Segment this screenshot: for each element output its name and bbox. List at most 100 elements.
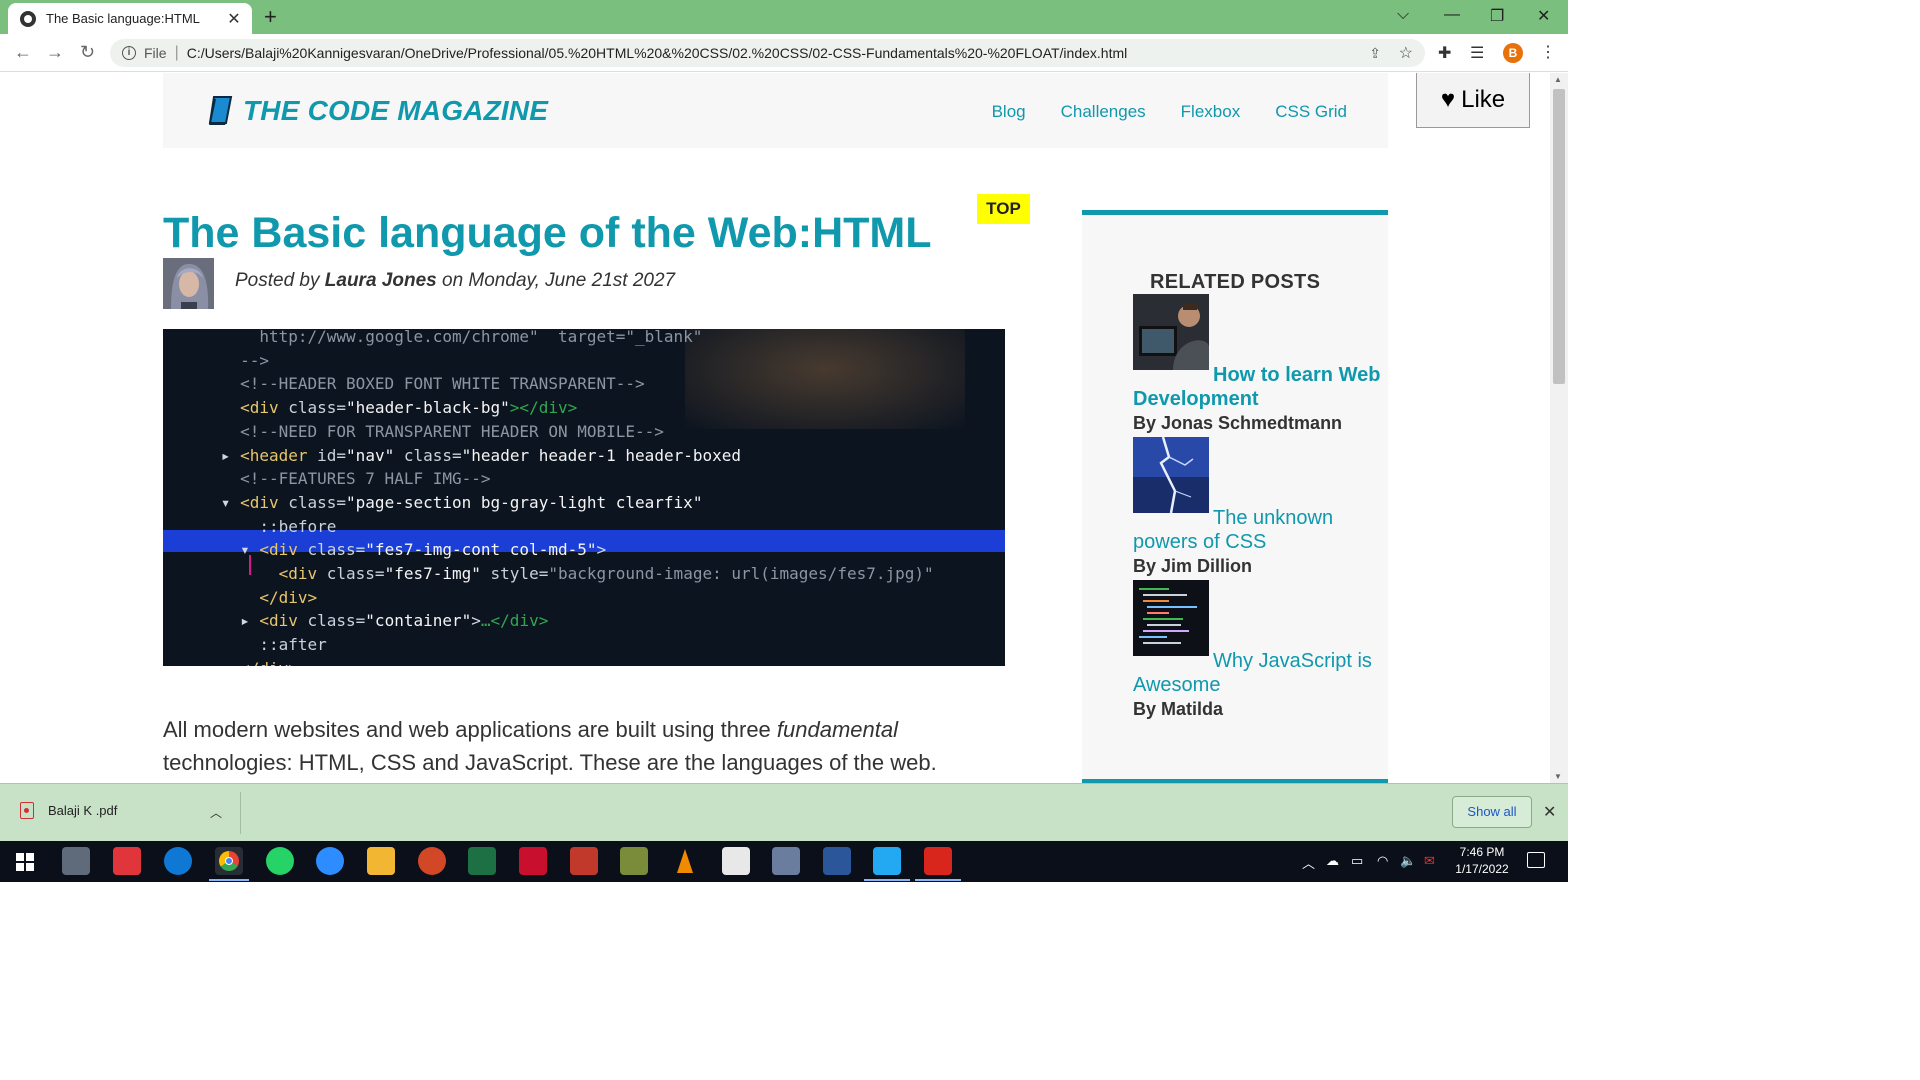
address-bar[interactable]: i File | C:/Users/Balaji%20Kannigesvaran… (110, 39, 1425, 67)
shelf-close-icon[interactable]: ✕ (1543, 802, 1556, 822)
related-post-thumbnail (1133, 294, 1209, 370)
share-icon[interactable]: ⇪ (1369, 45, 1381, 62)
tab-search-chevron-icon[interactable]: ⌵ (1397, 6, 1409, 24)
site-name: THE CODE MAGAZINE (243, 95, 549, 126)
post-date: on Monday, June 21st 2027 (442, 270, 676, 291)
related-post-item[interactable]: The unknown powers of CSS By Jim Dillion (1133, 437, 1388, 577)
pdf-file-icon (20, 802, 34, 819)
reading-list-icon[interactable]: ☰ (1470, 43, 1484, 63)
scrollbar-thumb[interactable] (1553, 89, 1565, 384)
acrobat-icon[interactable] (924, 847, 952, 875)
show-all-button[interactable]: Show all (1452, 796, 1532, 828)
extensions-puzzle-icon[interactable]: ✚ (1438, 43, 1451, 63)
tray-overflow-icon[interactable]: ︿ (1302, 853, 1315, 872)
byline-prefix: Posted by (235, 270, 320, 291)
related-post-author: By Jim Dillion (1133, 556, 1253, 576)
running-app-indicator (915, 879, 961, 881)
site-logo[interactable]: THE CODE MAGAZINE (207, 95, 548, 127)
running-app-indicator (864, 879, 910, 881)
new-tab-icon[interactable]: + (264, 6, 277, 28)
author-name: Laura Jones (324, 270, 437, 291)
app-icon-chart[interactable] (620, 847, 648, 875)
tab-strip: The Basic language:HTML ✕ + ⌵ — ❐ ✕ (0, 0, 1568, 34)
clock-time: 7:46 PM (1459, 845, 1505, 859)
page-scrollbar[interactable]: ▲ ▼ (1550, 73, 1568, 783)
hero-image: http://www.google.com/chrome" target="_b… (163, 329, 1005, 666)
back-icon[interactable]: ← (14, 42, 32, 63)
download-options-chevron-icon[interactable]: ︿ (210, 804, 222, 821)
restore-icon[interactable]: ❐ (1490, 6, 1504, 26)
tab-title: The Basic language:HTML (46, 11, 200, 26)
zoom-icon[interactable] (316, 847, 344, 875)
onedrive-cloud-icon[interactable]: ☁ (1326, 853, 1339, 869)
nav-link-flexbox[interactable]: Flexbox (1181, 102, 1241, 122)
notification-center-icon[interactable] (1527, 852, 1545, 868)
related-post-author: By Jonas Schmedtmann (1133, 413, 1343, 433)
page-viewport: THE CODE MAGAZINE Blog Challenges Flexbo… (0, 73, 1550, 783)
window-close-icon[interactable]: ✕ (1537, 6, 1550, 26)
browser-tab[interactable]: The Basic language:HTML ✕ (8, 3, 252, 34)
excel-icon[interactable] (468, 847, 496, 875)
bookmark-star-icon[interactable]: ☆ (1399, 43, 1413, 63)
related-post-thumbnail (1133, 580, 1209, 656)
book-icon (208, 96, 233, 125)
profile-avatar[interactable]: B (1503, 43, 1523, 63)
vlc-icon[interactable] (671, 847, 699, 875)
file-explorer-icon[interactable] (367, 847, 395, 875)
like-label: Like (1461, 86, 1506, 113)
app-icon-et[interactable] (570, 847, 598, 875)
post-intro: All modern websites and web applications… (163, 713, 1003, 779)
powerpoint-icon[interactable] (418, 847, 446, 875)
shelf-divider (240, 792, 241, 834)
related-post-title[interactable]: How to learn Web Development (1133, 364, 1380, 410)
browser-menu-icon[interactable]: ⋮ (1540, 42, 1556, 62)
tab-close-icon[interactable]: ✕ (226, 9, 242, 29)
word-icon[interactable] (823, 847, 851, 875)
app-icon-pdf-reader[interactable] (519, 847, 547, 875)
app-icon-2[interactable] (113, 847, 141, 875)
nav-link-blog[interactable]: Blog (992, 102, 1026, 122)
related-post-item[interactable]: Why JavaScript is Awesome By Matilda (1133, 580, 1388, 720)
active-app-indicator (209, 879, 249, 881)
app-icon-snipping[interactable] (722, 847, 750, 875)
scroll-down-icon[interactable]: ▼ (1554, 772, 1562, 781)
page-favicon-icon (20, 10, 36, 27)
related-post-title[interactable]: The unknown powers of CSS (1133, 507, 1333, 553)
related-post-author: By Matilda (1133, 699, 1224, 719)
toolbar: ← → ↻ i File | C:/Users/Balaji%20Kannige… (0, 34, 1568, 72)
related-post-item[interactable]: How to learn Web Development By Jonas Sc… (1133, 294, 1388, 434)
reload-icon[interactable]: ↻ (80, 42, 95, 63)
nav-link-css-grid[interactable]: CSS Grid (1275, 102, 1347, 122)
intro-emphasis: fundamental (776, 717, 898, 742)
chrome-icon[interactable] (215, 847, 243, 875)
intro-text-1: All modern websites and web applications… (163, 717, 777, 742)
app-icon-network[interactable] (772, 847, 800, 875)
download-shelf: Balaji K .pdf ︿ Show all ✕ (0, 783, 1568, 841)
intro-text-2: technologies: HTML, CSS and JavaScript. … (163, 750, 937, 775)
url-text[interactable]: C:/Users/Balaji%20Kannigesvaran/OneDrive… (187, 45, 1128, 61)
top-badge[interactable]: TOP (977, 194, 1030, 224)
vscode-icon[interactable] (873, 847, 901, 875)
clock-date: 1/17/2022 (1455, 862, 1509, 876)
site-info-icon[interactable]: i (122, 46, 136, 60)
download-item[interactable]: Balaji K .pdf (20, 802, 117, 819)
minimize-icon[interactable]: — (1444, 6, 1460, 24)
volume-icon[interactable]: 🔈 (1400, 853, 1416, 869)
related-post-title[interactable]: Why JavaScript is Awesome (1133, 650, 1372, 696)
like-button[interactable]: ♥ Like (1416, 73, 1530, 128)
nav-link-challenges[interactable]: Challenges (1061, 102, 1146, 122)
related-post-thumbnail (1133, 437, 1209, 513)
download-file-name[interactable]: Balaji K .pdf (48, 803, 117, 818)
app-tray-icon[interactable]: ✉ (1424, 853, 1435, 869)
forward-icon[interactable]: → (46, 42, 64, 63)
site-header: THE CODE MAGAZINE Blog Challenges Flexbo… (163, 73, 1388, 148)
scroll-up-icon[interactable]: ▲ (1554, 75, 1562, 84)
system-clock[interactable]: 7:46 PM 1/17/2022 (1452, 844, 1512, 878)
app-icon-1[interactable] (62, 847, 90, 875)
post-byline: Posted by Laura Jones on Monday, June 21… (235, 270, 675, 292)
wifi-icon[interactable]: ◠ (1377, 853, 1388, 869)
battery-icon[interactable]: ▭ (1351, 853, 1363, 869)
whatsapp-icon[interactable] (266, 847, 294, 875)
windows-start-icon[interactable] (16, 853, 34, 871)
edge-icon[interactable] (164, 847, 192, 875)
